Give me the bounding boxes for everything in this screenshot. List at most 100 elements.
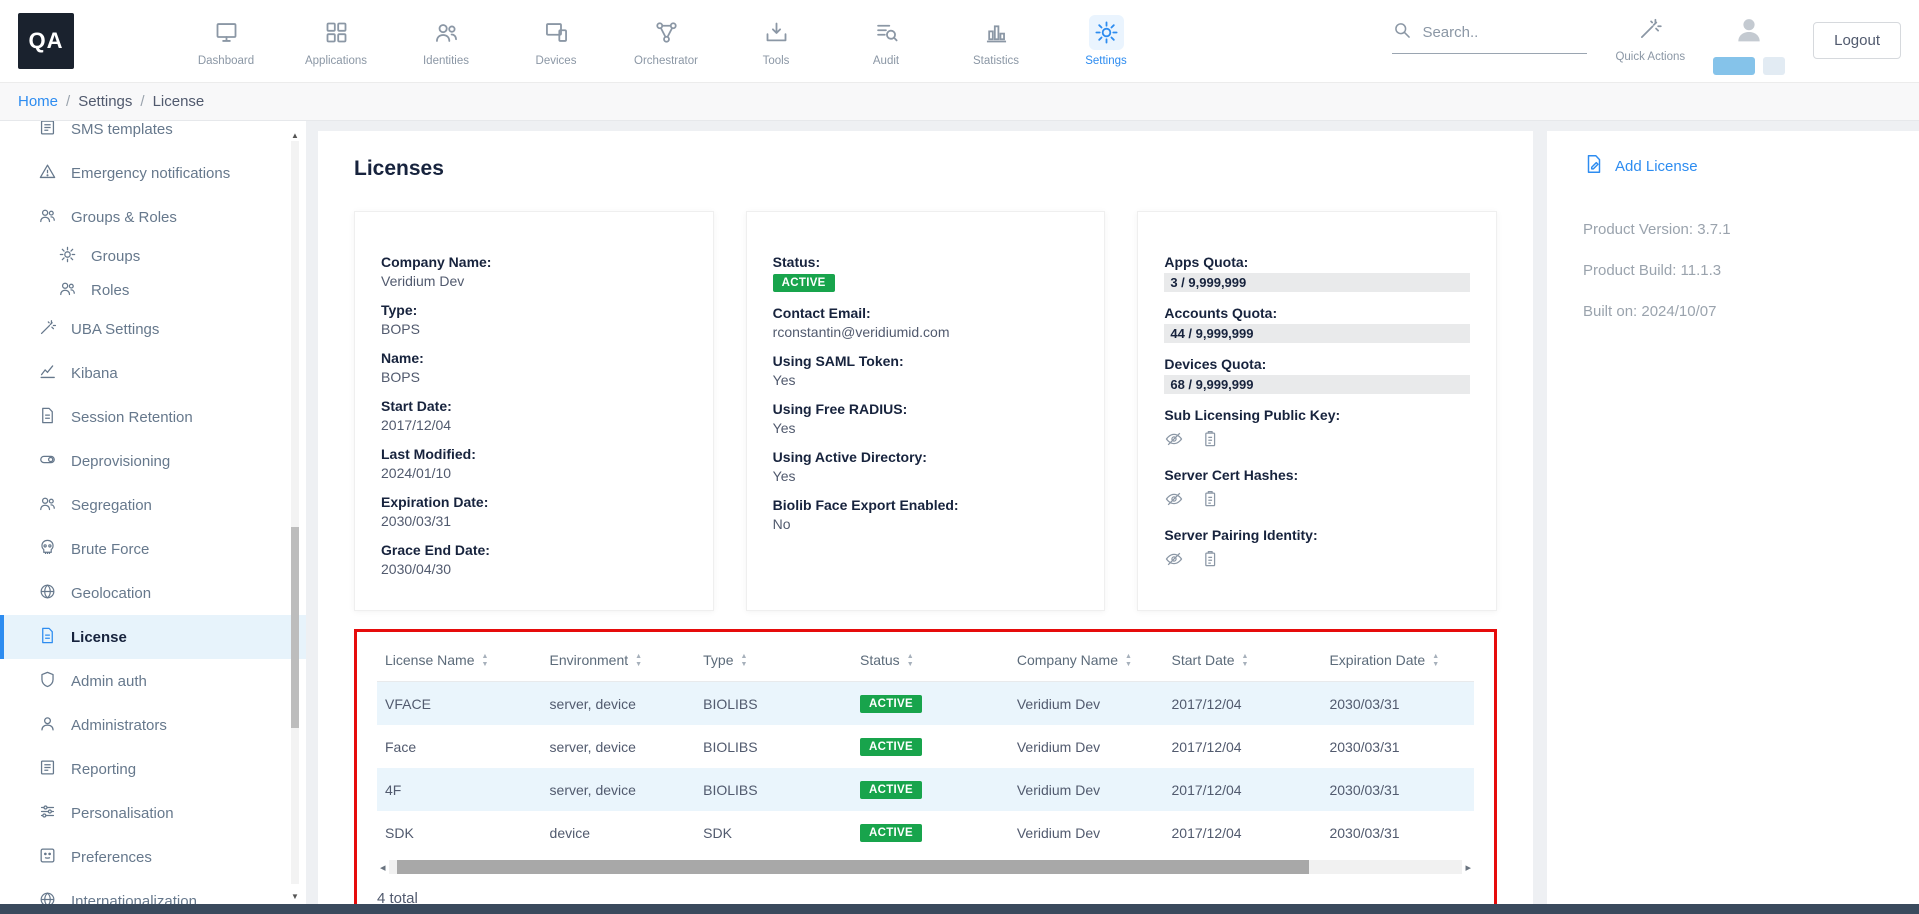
- sort-icon[interactable]: [1242, 653, 1249, 669]
- breadcrumb-home[interactable]: Home: [18, 93, 58, 110]
- license-cards: Company Name:Veridium Dev Type:BOPS Name…: [354, 211, 1497, 611]
- accounts-quota-bar: 44 / 9,999,999: [1164, 324, 1470, 343]
- sidebar-scrollbar[interactable]: [289, 125, 301, 900]
- col-header-start-date[interactable]: Start Date: [1164, 640, 1322, 682]
- scroll-right-icon[interactable]: [1462, 861, 1474, 874]
- sidebar-item-admin-auth[interactable]: Admin auth: [0, 659, 306, 703]
- scroll-track[interactable]: [389, 860, 1463, 874]
- sort-icon[interactable]: [740, 653, 747, 669]
- nav-item-dashboard[interactable]: Dashboard: [194, 15, 258, 67]
- app-logo[interactable]: QA: [18, 13, 74, 69]
- scroll-up-icon[interactable]: [289, 125, 301, 139]
- breadcrumb-settings[interactable]: Settings: [78, 93, 132, 110]
- sidebar-item-reporting[interactable]: Reporting: [0, 747, 306, 791]
- col-header-label: Environment: [550, 652, 629, 668]
- sidebar-item-brute-force[interactable]: Brute Force: [0, 527, 306, 571]
- copy-cert-hashes-icon[interactable]: [1200, 489, 1220, 514]
- sidebar-scroll-thumb[interactable]: [291, 527, 299, 728]
- settings-icon: [1089, 15, 1124, 50]
- copy-public-key-icon[interactable]: [1200, 429, 1220, 454]
- nav-label: Dashboard: [198, 55, 254, 67]
- table-row[interactable]: 4F server, device BIOLIBS ACTIVE Veridiu…: [377, 768, 1474, 811]
- cell-type: BIOLIBS: [695, 768, 852, 811]
- copy-pairing-identity-icon[interactable]: [1200, 549, 1220, 574]
- cell-start-date: 2017/12/04: [1164, 682, 1322, 726]
- apps-quota-bar: 3 / 9,999,999: [1164, 273, 1470, 292]
- col-header-label: License Name: [385, 652, 475, 668]
- sidebar-item-administrators[interactable]: Administrators: [0, 703, 306, 747]
- sort-icon[interactable]: [635, 653, 642, 669]
- cell-company: Veridium Dev: [1009, 682, 1164, 726]
- cell-license-name: 4F: [377, 768, 542, 811]
- reveal-cert-hashes-eye-icon[interactable]: [1164, 489, 1184, 514]
- sidebar-item-segregation[interactable]: Segregation: [0, 483, 306, 527]
- table-row[interactable]: SDK device SDK ACTIVE Veridium Dev 2017/…: [377, 811, 1474, 854]
- sidebar-item-personalisation[interactable]: Personalisation: [0, 791, 306, 835]
- sidebar-item-session-retention[interactable]: Session Retention: [0, 395, 306, 439]
- sidebar-item-emergency-notifications[interactable]: Emergency notifications: [0, 151, 306, 195]
- statistics-icon: [979, 15, 1014, 50]
- sidebar-item-geolocation[interactable]: Geolocation: [0, 571, 306, 615]
- table-row[interactable]: Face server, device BIOLIBS ACTIVE Verid…: [377, 725, 1474, 768]
- nav-item-identities[interactable]: Identities: [414, 15, 478, 67]
- sort-icon[interactable]: [1432, 653, 1439, 669]
- deprovisioning-icon: [38, 450, 57, 473]
- nav-label: Identities: [423, 55, 469, 67]
- col-header-type[interactable]: Type: [695, 640, 852, 682]
- table-horizontal-scrollbar[interactable]: [377, 860, 1474, 874]
- sort-icon[interactable]: [1125, 653, 1132, 669]
- scroll-thumb[interactable]: [397, 860, 1310, 874]
- sidebar-item-uba-settings[interactable]: UBA Settings: [0, 307, 306, 351]
- sidebar-item-roles[interactable]: Roles: [0, 273, 306, 307]
- col-header-expiration-date[interactable]: Expiration Date: [1321, 640, 1474, 682]
- table-row[interactable]: VFACE server, device BIOLIBS ACTIVE Veri…: [377, 682, 1474, 726]
- add-license-button[interactable]: Add License: [1583, 153, 1883, 179]
- sidebar-item-groups-roles[interactable]: Groups & Roles: [0, 195, 306, 239]
- nav-item-applications[interactable]: Applications: [304, 15, 368, 67]
- sidebar-item-sms-templates[interactable]: SMS templates: [0, 121, 306, 151]
- nav-item-audit[interactable]: Audit: [854, 15, 918, 67]
- breadcrumb-separator: /: [140, 93, 144, 110]
- user-avatar-icon[interactable]: [1733, 14, 1765, 51]
- administrators-icon: [38, 714, 57, 737]
- sort-icon[interactable]: [907, 653, 914, 669]
- scroll-down-icon[interactable]: [289, 886, 301, 900]
- nav-item-tools[interactable]: Tools: [744, 15, 808, 67]
- add-license-icon: [1583, 153, 1605, 179]
- field-value: 2024/01/10: [381, 465, 687, 481]
- sidebar-item-preferences[interactable]: Preferences: [0, 835, 306, 879]
- col-header-license-name[interactable]: License Name: [377, 640, 542, 682]
- sort-icon[interactable]: [482, 653, 489, 669]
- sidebar-item-deprovisioning[interactable]: Deprovisioning: [0, 439, 306, 483]
- nav-item-devices[interactable]: Devices: [524, 15, 588, 67]
- language-flag-icon[interactable]: [1713, 57, 1755, 75]
- nav-item-orchestrator[interactable]: Orchestrator: [634, 15, 698, 67]
- secondary-flag-icon[interactable]: [1763, 57, 1785, 75]
- quota-value: 44 / 9,999,999: [1170, 326, 1253, 341]
- field-value: BOPS: [381, 369, 687, 385]
- sidebar-item-license[interactable]: License: [0, 615, 306, 659]
- cell-status: ACTIVE: [852, 682, 1009, 726]
- scroll-left-icon[interactable]: [377, 861, 389, 874]
- quick-actions-label: Quick Actions: [1615, 51, 1685, 63]
- reveal-pairing-identity-eye-icon[interactable]: [1164, 549, 1184, 574]
- field-value: 2017/12/04: [381, 417, 687, 433]
- field-label: Name:: [381, 350, 687, 366]
- sidebar-item-kibana[interactable]: Kibana: [0, 351, 306, 395]
- field-label: Status:: [773, 254, 1079, 270]
- nav-item-statistics[interactable]: Statistics: [964, 15, 1028, 67]
- field-label: Using Active Directory:: [773, 449, 1079, 465]
- devices-quota-bar: 68 / 9,999,999: [1164, 375, 1470, 394]
- col-header-status[interactable]: Status: [852, 640, 1009, 682]
- logout-button[interactable]: Logout: [1813, 22, 1901, 59]
- cell-environment: server, device: [542, 725, 696, 768]
- col-header-environment[interactable]: Environment: [542, 640, 696, 682]
- nav-item-settings[interactable]: Settings: [1074, 15, 1138, 67]
- col-header-company-name[interactable]: Company Name: [1009, 640, 1164, 682]
- quick-actions-button[interactable]: Quick Actions: [1615, 16, 1685, 63]
- reveal-public-key-eye-icon[interactable]: [1164, 429, 1184, 454]
- sidebar-item-internationalization[interactable]: Internationalization: [0, 879, 306, 904]
- sidebar-scroll-track[interactable]: [291, 141, 299, 884]
- search-input[interactable]: [1422, 24, 1562, 41]
- sidebar-item-groups[interactable]: Groups: [0, 239, 306, 273]
